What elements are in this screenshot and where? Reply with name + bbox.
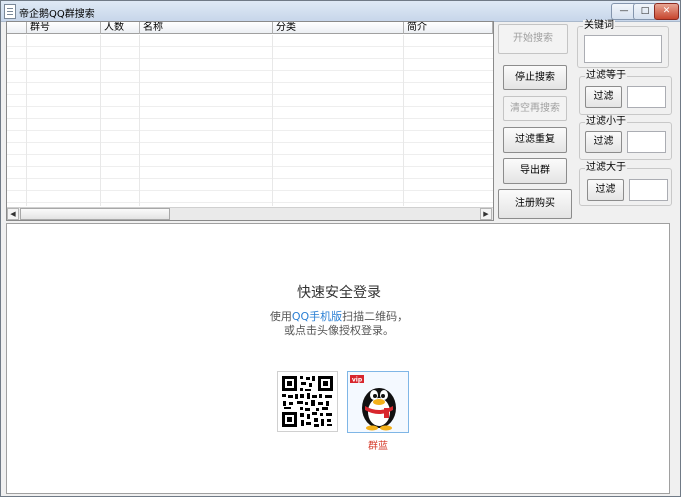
qq-mobile-link[interactable]: QQ手机版 (292, 310, 342, 323)
avatar-nickname[interactable]: 群蓝 (347, 437, 409, 452)
keyword-label: 关键词 (583, 20, 615, 32)
stop-search-button[interactable]: 停止搜索 (503, 65, 567, 90)
login-title: 快速安全登录 (297, 285, 381, 301)
column-header-member-count[interactable]: 人数 (101, 22, 140, 34)
close-button[interactable]: ✕ (654, 3, 679, 20)
login-hint-prefix: 使用 (269, 310, 292, 323)
register-buy-button[interactable]: 注册购买 (498, 189, 572, 219)
app-document-icon (4, 4, 16, 19)
qq-login-panel: 快速安全登录 使用QQ手机版扫描二维码， 或点击头像授权登录。 vip 群蓝 (6, 223, 670, 494)
start-search-button[interactable]: 开始搜索 (498, 24, 568, 54)
qr-code-graphic (278, 372, 337, 431)
scroll-left-icon[interactable]: ◀ (7, 208, 19, 220)
filter-duplicates-button[interactable]: 过滤重复 (503, 127, 567, 153)
title-bar[interactable]: 帝企鹅QQ群搜索 — □ ✕ (1, 1, 680, 22)
filter-equal-groupbox: 过滤等于 过滤 (579, 70, 672, 115)
filter-greater-button[interactable]: 过滤 (587, 179, 624, 201)
qq-penguin-avatar[interactable]: vip (347, 371, 409, 433)
login-hint-line2: 或点击头像授权登录。 (284, 324, 394, 337)
app-window: 帝企鹅QQ群搜索 — □ ✕ 群号 人数 名称 分类 简介 ◀ ▶ 开始搜索 停… (0, 0, 681, 497)
grid-body[interactable] (7, 35, 493, 206)
vip-badge: vip (352, 377, 363, 384)
horizontal-scrollbar[interactable]: ◀ ▶ (7, 207, 493, 220)
filter-equal-label: 过滤等于 (585, 70, 627, 82)
filter-less-groupbox: 过滤小于 过滤 (579, 116, 672, 160)
row-selector-header[interactable] (7, 22, 27, 34)
login-hint-suffix: 扫描二维码， (342, 310, 409, 323)
penguin-icon: vip (350, 375, 396, 431)
keyword-input[interactable] (584, 35, 662, 63)
scroll-right-icon[interactable]: ▶ (480, 208, 492, 220)
scrollbar-thumb[interactable] (20, 208, 170, 220)
column-header-group-number[interactable]: 群号 (27, 22, 101, 34)
export-groups-button[interactable]: 导出群 (503, 158, 567, 184)
grid-header: 群号 人数 名称 分类 简介 (7, 22, 493, 35)
filter-less-button[interactable]: 过滤 (585, 131, 622, 153)
filter-less-input[interactable] (627, 131, 666, 153)
results-grid[interactable]: 群号 人数 名称 分类 简介 ◀ ▶ (6, 21, 494, 221)
filter-greater-input[interactable] (629, 179, 668, 201)
filter-equal-button[interactable]: 过滤 (585, 86, 622, 108)
login-hint: 使用QQ手机版扫描二维码， 或点击头像授权登录。 (7, 310, 671, 338)
keyword-groupbox: 关键词 (577, 20, 669, 68)
window-title: 帝企鹅QQ群搜索 (19, 9, 95, 20)
column-header-description[interactable]: 简介 (404, 22, 493, 34)
qr-code-icon (277, 371, 338, 432)
filter-less-label: 过滤小于 (585, 116, 627, 128)
filter-equal-input[interactable] (627, 86, 666, 108)
right-edge-strip (671, 223, 680, 494)
column-header-category[interactable]: 分类 (273, 22, 404, 34)
filter-greater-groupbox: 过滤大于 过滤 (579, 162, 672, 206)
column-header-name[interactable]: 名称 (140, 22, 273, 34)
filter-greater-label: 过滤大于 (585, 162, 627, 174)
clear-and-search-button[interactable]: 清空再搜索 (503, 96, 567, 121)
